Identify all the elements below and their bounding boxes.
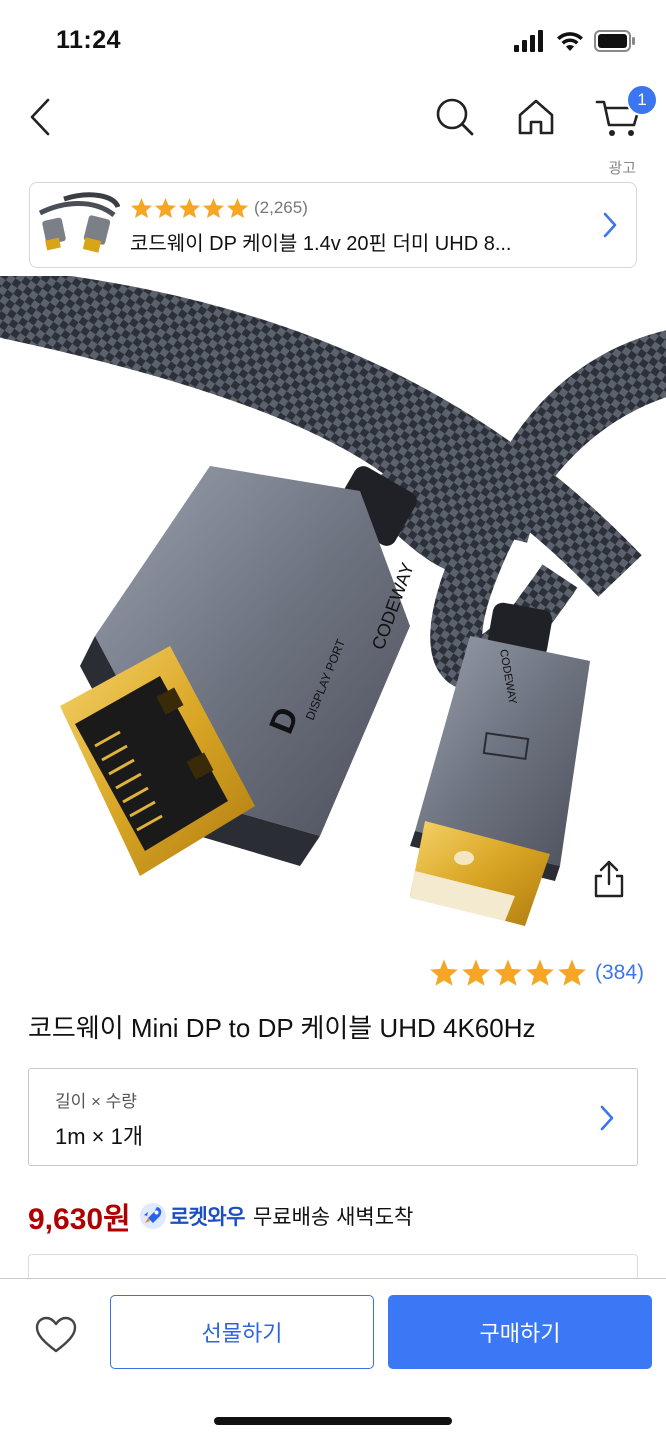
star-icon: [430, 959, 458, 986]
cart-count-badge[interactable]: 1: [626, 84, 658, 116]
ad-product-title: 코드웨이 DP 케이블 1.4v 20핀 더미 UHD 8...: [130, 233, 512, 255]
option-label: 길이 × 수량: [55, 1092, 137, 1111]
price-row: 9,630원 로켓와우 무료배송 새벽도착: [28, 1194, 413, 1238]
star-icon: [130, 197, 153, 219]
wifi-icon: [557, 32, 583, 51]
heart-icon[interactable]: [34, 1315, 78, 1355]
share-icon[interactable]: [590, 858, 628, 900]
star-icon: [462, 959, 490, 986]
star-icon: [558, 959, 586, 986]
status-bar: 11:24: [0, 0, 666, 80]
buy-button[interactable]: 구매하기: [388, 1295, 652, 1369]
star-icon: [178, 197, 201, 219]
rocket-wow-label: 로켓와우: [169, 1206, 246, 1229]
status-time: 11:24: [56, 26, 122, 54]
bottom-action-bar: 선물하기 구매하기: [0, 1278, 666, 1440]
ad-review-count: (2,265): [254, 198, 308, 217]
navigation-bar: [0, 80, 666, 156]
back-icon[interactable]: [22, 92, 62, 142]
star-icon: [494, 959, 522, 986]
delivery-info: 무료배송 새벽도착: [252, 1206, 414, 1229]
search-icon[interactable]: [432, 94, 478, 140]
review-count[interactable]: (384): [595, 961, 644, 985]
product-title: 코드웨이 Mini DP to DP 케이블 UHD 4K60Hz: [28, 1013, 536, 1043]
star-icon: [154, 197, 177, 219]
ad-product-thumbnail: [38, 192, 120, 253]
product-image[interactable]: D DISPLAY PORT CODEWAY CODEWAY: [0, 276, 666, 956]
option-value: 1m × 1개: [55, 1124, 144, 1149]
ad-banner[interactable]: (2,265) 코드웨이 DP 케이블 1.4v 20핀 더미 UHD 8...: [29, 182, 637, 268]
home-indicator[interactable]: [214, 1417, 452, 1425]
cellular-signal-icon: [514, 30, 543, 52]
battery-icon: [594, 30, 635, 52]
gift-button[interactable]: 선물하기: [110, 1295, 374, 1369]
chevron-right-icon: [600, 1105, 614, 1131]
home-icon[interactable]: [513, 94, 559, 140]
product-rating[interactable]: (384): [429, 958, 644, 987]
star-icon: [526, 959, 554, 986]
ad-label: 광고: [608, 160, 636, 177]
star-icon: [226, 197, 249, 219]
rocket-icon: [139, 1203, 166, 1229]
chevron-right-icon: [603, 212, 617, 238]
status-icons: [514, 30, 636, 52]
price: 9,630원: [28, 1203, 131, 1236]
ad-rating: (2,265): [130, 197, 308, 219]
star-icon: [202, 197, 225, 219]
option-selector[interactable]: 길이 × 수량 1m × 1개: [28, 1068, 638, 1166]
